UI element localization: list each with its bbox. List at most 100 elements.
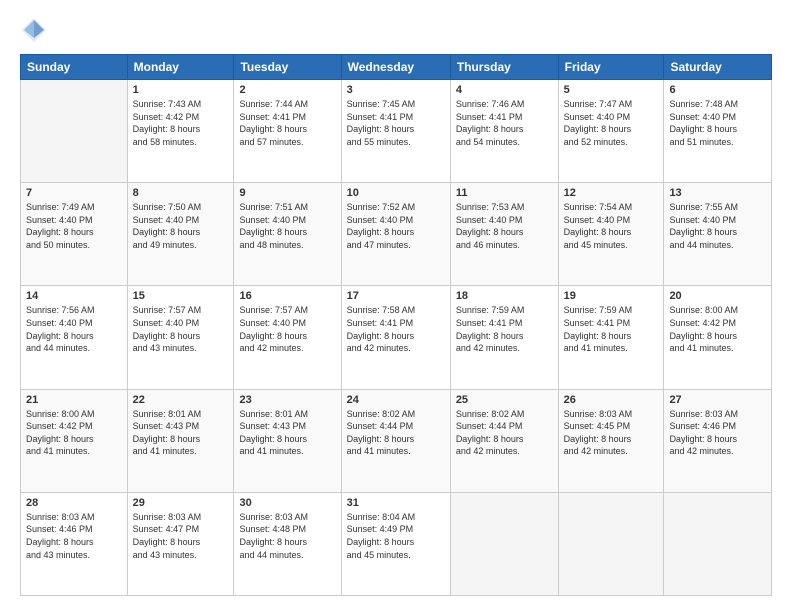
day-info: Sunrise: 8:03 AM [669,408,766,421]
day-info: and 50 minutes. [26,239,122,252]
calendar-table: SundayMondayTuesdayWednesdayThursdayFrid… [20,54,772,596]
day-info: Daylight: 8 hours [456,123,553,136]
day-info: Sunset: 4:44 PM [347,420,445,433]
day-info: Daylight: 8 hours [26,226,122,239]
day-info: Daylight: 8 hours [133,226,229,239]
day-header-monday: Monday [127,55,234,80]
day-info: and 41 minutes. [133,445,229,458]
day-info: Sunset: 4:49 PM [347,523,445,536]
day-info: Sunset: 4:42 PM [133,111,229,124]
day-number: 11 [456,187,553,199]
day-header-saturday: Saturday [664,55,772,80]
day-cell: 24Sunrise: 8:02 AMSunset: 4:44 PMDayligh… [341,389,450,492]
day-info: and 42 minutes. [456,342,553,355]
day-info: Daylight: 8 hours [347,433,445,446]
day-number: 12 [564,187,659,199]
day-info: and 54 minutes. [456,136,553,149]
week-row-3: 14Sunrise: 7:56 AMSunset: 4:40 PMDayligh… [21,286,772,389]
day-info: Sunrise: 7:59 AM [456,304,553,317]
day-info: Sunset: 4:40 PM [564,111,659,124]
day-number: 22 [133,394,229,406]
day-info: Sunrise: 7:49 AM [26,201,122,214]
day-info: Sunset: 4:40 PM [239,317,335,330]
day-header-friday: Friday [558,55,664,80]
day-cell: 18Sunrise: 7:59 AMSunset: 4:41 PMDayligh… [450,286,558,389]
day-info: Sunrise: 8:04 AM [347,511,445,524]
day-cell: 16Sunrise: 7:57 AMSunset: 4:40 PMDayligh… [234,286,341,389]
day-info: and 45 minutes. [347,549,445,562]
day-cell: 8Sunrise: 7:50 AMSunset: 4:40 PMDaylight… [127,183,234,286]
day-info: Daylight: 8 hours [456,330,553,343]
day-info: Sunrise: 7:58 AM [347,304,445,317]
day-info: Daylight: 8 hours [133,330,229,343]
week-row-5: 28Sunrise: 8:03 AMSunset: 4:46 PMDayligh… [21,492,772,595]
day-number: 25 [456,394,553,406]
day-info: and 49 minutes. [133,239,229,252]
day-info: and 43 minutes. [133,549,229,562]
day-info: Sunset: 4:47 PM [133,523,229,536]
day-cell: 14Sunrise: 7:56 AMSunset: 4:40 PMDayligh… [21,286,128,389]
day-number: 13 [669,187,766,199]
day-info: Sunset: 4:40 PM [133,317,229,330]
day-cell: 11Sunrise: 7:53 AMSunset: 4:40 PMDayligh… [450,183,558,286]
day-info: Daylight: 8 hours [564,330,659,343]
day-info: Sunrise: 8:03 AM [26,511,122,524]
day-info: Daylight: 8 hours [133,123,229,136]
day-info: and 42 minutes. [456,445,553,458]
day-number: 16 [239,290,335,302]
day-number: 8 [133,187,229,199]
week-row-1: 1Sunrise: 7:43 AMSunset: 4:42 PMDaylight… [21,80,772,183]
day-cell: 21Sunrise: 8:00 AMSunset: 4:42 PMDayligh… [21,389,128,492]
day-info: and 41 minutes. [669,342,766,355]
day-number: 29 [133,497,229,509]
day-info: and 41 minutes. [347,445,445,458]
day-info: Sunset: 4:41 PM [239,111,335,124]
day-number: 6 [669,84,766,96]
day-cell: 30Sunrise: 8:03 AMSunset: 4:48 PMDayligh… [234,492,341,595]
day-info: and 52 minutes. [564,136,659,149]
day-cell: 25Sunrise: 8:02 AMSunset: 4:44 PMDayligh… [450,389,558,492]
day-info: Sunset: 4:48 PM [239,523,335,536]
day-cell: 2Sunrise: 7:44 AMSunset: 4:41 PMDaylight… [234,80,341,183]
day-header-tuesday: Tuesday [234,55,341,80]
day-info: Sunrise: 7:57 AM [239,304,335,317]
day-info: Sunset: 4:40 PM [26,317,122,330]
day-cell: 7Sunrise: 7:49 AMSunset: 4:40 PMDaylight… [21,183,128,286]
day-info: Daylight: 8 hours [669,330,766,343]
day-cell: 27Sunrise: 8:03 AMSunset: 4:46 PMDayligh… [664,389,772,492]
day-info: Sunset: 4:41 PM [347,317,445,330]
day-info: Sunrise: 8:00 AM [26,408,122,421]
day-info: Sunset: 4:40 PM [347,214,445,227]
day-info: and 46 minutes. [456,239,553,252]
day-header-thursday: Thursday [450,55,558,80]
day-info: Sunset: 4:40 PM [669,111,766,124]
day-info: and 44 minutes. [669,239,766,252]
day-cell: 23Sunrise: 8:01 AMSunset: 4:43 PMDayligh… [234,389,341,492]
day-info: and 51 minutes. [669,136,766,149]
day-info: Sunrise: 7:55 AM [669,201,766,214]
day-info: Sunrise: 7:47 AM [564,98,659,111]
day-number: 18 [456,290,553,302]
day-info: and 43 minutes. [133,342,229,355]
day-cell: 10Sunrise: 7:52 AMSunset: 4:40 PMDayligh… [341,183,450,286]
day-info: and 43 minutes. [26,549,122,562]
day-cell: 22Sunrise: 8:01 AMSunset: 4:43 PMDayligh… [127,389,234,492]
day-number: 17 [347,290,445,302]
day-cell: 28Sunrise: 8:03 AMSunset: 4:46 PMDayligh… [21,492,128,595]
day-info: Daylight: 8 hours [456,226,553,239]
day-info: Sunset: 4:44 PM [456,420,553,433]
day-info: Daylight: 8 hours [239,123,335,136]
day-number: 21 [26,394,122,406]
day-info: Daylight: 8 hours [347,123,445,136]
day-info: Daylight: 8 hours [564,433,659,446]
day-info: Daylight: 8 hours [347,330,445,343]
day-info: Sunset: 4:40 PM [26,214,122,227]
day-info: Daylight: 8 hours [347,536,445,549]
day-info: Sunset: 4:46 PM [669,420,766,433]
day-cell [21,80,128,183]
day-info: Sunrise: 8:03 AM [239,511,335,524]
day-info: Daylight: 8 hours [347,226,445,239]
day-cell: 9Sunrise: 7:51 AMSunset: 4:40 PMDaylight… [234,183,341,286]
day-info: and 47 minutes. [347,239,445,252]
day-info: Daylight: 8 hours [239,536,335,549]
